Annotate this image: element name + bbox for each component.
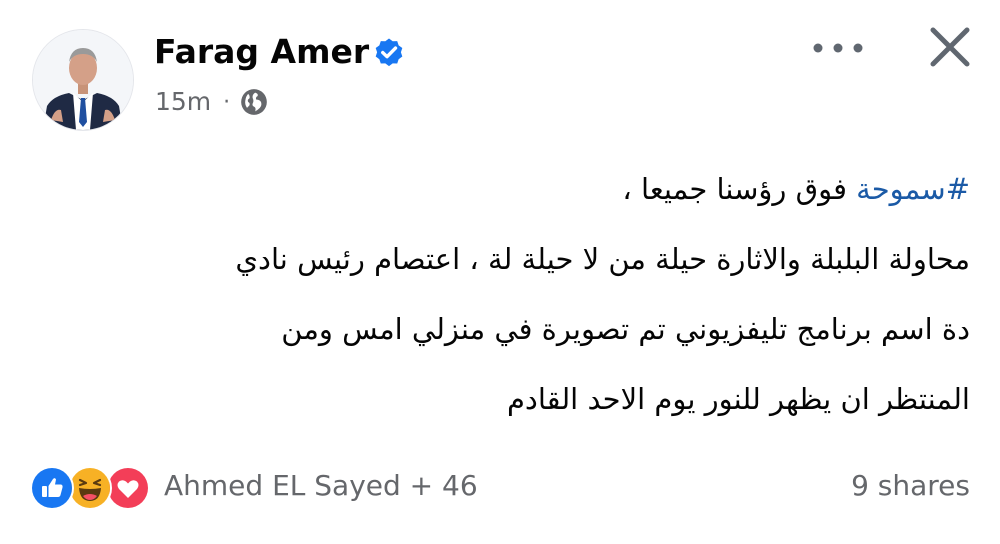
love-icon [106,466,150,510]
meta-separator: · [223,89,231,115]
post-text-fragment: فوق رؤسنا جميعا ، [622,172,857,206]
post-text-line: #سموحة فوق رؤسنا جميعا ، [50,160,970,230]
like-icon [30,466,74,510]
post-text: #سموحة فوق رؤسنا جميعا ، محاولة البلبلة … [50,160,970,440]
post-text-line: دة اسم برنامج تليفزيوني تم تصويرة في منز… [281,312,970,346]
reactions-bar: Ahmed EL Sayed + 46 9 shares [30,462,970,510]
reactions-summary[interactable]: Ahmed EL Sayed + 46 [164,462,478,510]
verified-badge-icon [375,38,403,67]
post-meta: 15m · [155,84,268,120]
globe-icon[interactable] [240,88,268,116]
post-text-line: المنتظر ان يظهر للنور يوم الاحد القادم [506,382,970,416]
author-name[interactable]: Farag Amer [154,30,369,74]
post-time[interactable]: 15m [155,84,211,120]
shares-count[interactable]: 9 shares [851,462,970,510]
post-header: Farag Amer 15m · [0,0,1000,150]
hashtag-link[interactable]: #سموحة [856,172,970,206]
post-text-line: محاولة البلبلة والاثارة حيلة من لا حيلة … [235,242,970,276]
more-options-icon[interactable] [808,36,868,60]
reaction-icons[interactable] [30,466,160,510]
haha-icon [68,466,112,510]
close-icon[interactable] [925,22,975,72]
author-avatar[interactable] [32,29,134,131]
avatar-portrait [33,30,133,130]
